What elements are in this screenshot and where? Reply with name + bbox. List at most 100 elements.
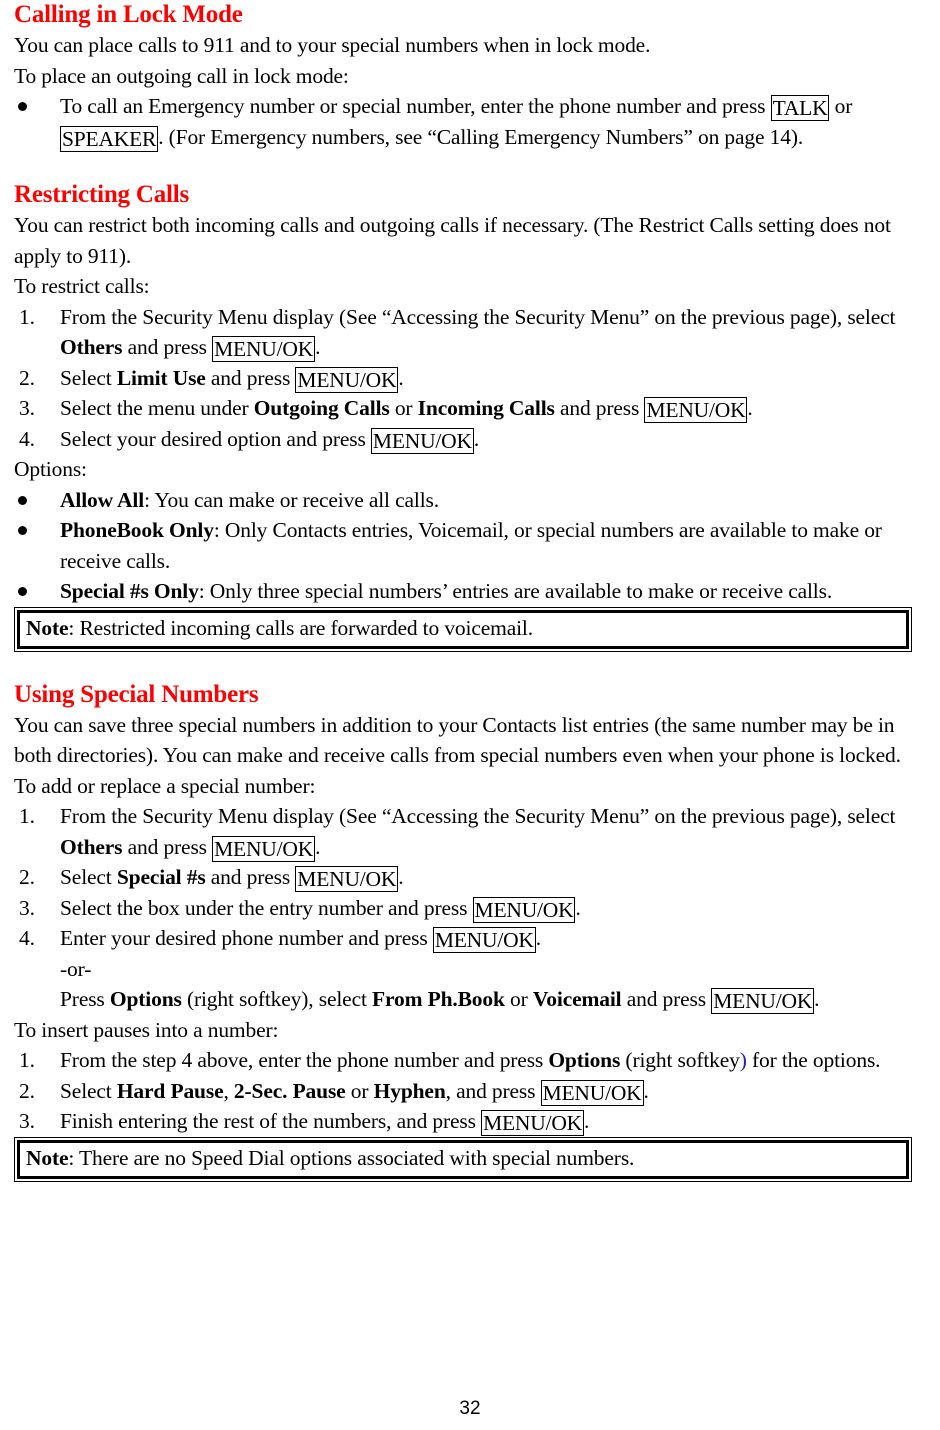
step-number: 4. bbox=[19, 426, 35, 451]
step-number: 3. bbox=[19, 895, 35, 920]
key-menu-ok[interactable]: MENU/OK bbox=[370, 427, 474, 454]
document-content: Calling in Lock Mode You can place calls… bbox=[14, 0, 912, 1182]
list-item: 4. Enter your desired phone number and p… bbox=[14, 923, 912, 954]
numbered-list-restrict-calls: 1. From the Security Menu display (See “… bbox=[14, 302, 912, 455]
note-box-inner: Note: Restricted incoming calls are forw… bbox=[17, 609, 909, 649]
paragraph-insert-pauses-intro: To insert pauses into a number: bbox=[14, 1017, 279, 1042]
option-term-allow-all: Allow All bbox=[60, 487, 145, 512]
key-menu-ok[interactable]: MENU/OK bbox=[295, 366, 399, 393]
step-text-part: Select the menu under bbox=[60, 396, 254, 420]
step-text-part: . bbox=[398, 865, 404, 889]
step-text-part: From the Security Menu display (See “Acc… bbox=[60, 304, 896, 329]
section-heading-calling-in-lock-mode: Calling in Lock Mode bbox=[14, 1, 243, 28]
note-box-speed-dial: Note: There are no Speed Dial options as… bbox=[14, 1136, 912, 1182]
or-text-part: . bbox=[814, 987, 820, 1011]
step-text-part: Select your desired option and press bbox=[60, 426, 371, 451]
step-number: 1. bbox=[19, 304, 35, 329]
bullet-text-part: . (For Emergency numbers, see “Calling E… bbox=[158, 124, 804, 149]
paragraph-special-numbers-howto: To add or replace a special number: bbox=[14, 773, 316, 798]
step-number: 2. bbox=[19, 865, 35, 889]
step-text-part: From the step 4 above, enter the phone n… bbox=[60, 1048, 549, 1072]
key-menu-ok[interactable]: MENU/OK bbox=[212, 336, 316, 362]
step-text-part: From the Security Menu display (See “Acc… bbox=[60, 804, 896, 828]
ui-term-special-numbers: Special #s bbox=[116, 865, 206, 889]
bullet-text-part: or bbox=[829, 94, 853, 118]
or-divider: -or- bbox=[60, 956, 92, 981]
bullet-dot-icon bbox=[18, 495, 27, 505]
step-text-part: Select bbox=[60, 865, 117, 889]
bullet-dot-icon bbox=[18, 526, 27, 535]
or-text-part: Press bbox=[60, 987, 110, 1011]
step-text-part: and press bbox=[205, 865, 296, 889]
step-text-part: . bbox=[575, 895, 581, 920]
note-text: Note: Restricted incoming calls are forw… bbox=[26, 614, 900, 643]
step-text-part: . bbox=[398, 365, 404, 390]
bullet-text-part: To call an Emergency number or special n… bbox=[60, 94, 771, 118]
paragraph-restrict-howto: To restrict calls: bbox=[14, 274, 150, 298]
or-text-part: (right softkey), select bbox=[181, 987, 373, 1011]
step-text-part: . bbox=[315, 335, 321, 359]
ui-term-limit-use: Limit Use bbox=[116, 365, 206, 390]
options-label: Options: bbox=[14, 457, 87, 481]
list-item: To call an Emergency number or special n… bbox=[14, 91, 912, 152]
ui-term-from-ph-book: From Ph.Book bbox=[372, 987, 505, 1011]
key-menu-ok[interactable]: MENU/OK bbox=[212, 835, 316, 862]
step-text-part: Select the box under the entry number an… bbox=[60, 895, 473, 920]
list-item: 1. From the step 4 above, enter the phon… bbox=[14, 1045, 912, 1076]
section-heading-restricting-calls: Restricting Calls bbox=[14, 181, 190, 208]
option-term-phonebook-only: PhoneBook Only bbox=[60, 518, 214, 542]
key-menu-ok[interactable]: MENU/OK bbox=[472, 896, 576, 923]
step-text-part: Finish entering the rest of the numbers,… bbox=[60, 1109, 482, 1133]
bullet-dot-icon bbox=[18, 102, 27, 111]
step-text-part: . bbox=[315, 834, 321, 859]
note-label: Note bbox=[26, 615, 69, 640]
step-text-part: Select bbox=[60, 365, 117, 390]
section-heading-using-special-numbers: Using Special Numbers bbox=[14, 680, 259, 708]
step-number: 2. bbox=[19, 1078, 35, 1103]
note-body: : There are no Speed Dial options associ… bbox=[68, 1145, 635, 1170]
step-text-part: and press bbox=[122, 335, 213, 359]
list-item: 3. Finish entering the rest of the numbe… bbox=[14, 1106, 912, 1137]
ui-term-hyphen: Hyphen bbox=[373, 1078, 446, 1103]
list-item: 4. Select your desired option and press … bbox=[14, 424, 912, 455]
paragraph-lock-mode-howto: To place an outgoing call in lock mode: bbox=[14, 63, 349, 88]
note-box-restricted-calls: Note: Restricted incoming calls are forw… bbox=[14, 606, 912, 652]
step-number: 3. bbox=[19, 396, 35, 420]
list-item: 2. Select Limit Use and press MENU/OK. bbox=[14, 363, 912, 394]
note-text: Note: There are no Speed Dial options as… bbox=[26, 1144, 900, 1173]
step-text-part: . bbox=[643, 1078, 649, 1103]
ui-term-outgoing-calls: Outgoing Calls bbox=[253, 396, 390, 420]
step-text-part: or bbox=[345, 1078, 374, 1103]
list-item: 2. Select Special #s and press MENU/OK. bbox=[14, 862, 912, 893]
list-item: Allow All: You can make or receive all c… bbox=[14, 485, 912, 516]
key-speaker[interactable]: SPEAKER bbox=[60, 125, 159, 152]
step-number: 3. bbox=[19, 1109, 35, 1133]
bullet-dot-icon bbox=[18, 587, 27, 596]
bullet-list-lock-mode: To call an Emergency number or special n… bbox=[14, 91, 912, 152]
step-text-part: (right softkey bbox=[620, 1048, 740, 1072]
numbered-list-add-special-number: 1. From the Security Menu display (See “… bbox=[14, 801, 912, 954]
list-item: 1. From the Security Menu display (See “… bbox=[14, 302, 912, 363]
step-text-part: . bbox=[535, 926, 541, 950]
key-menu-ok[interactable]: MENU/OK bbox=[481, 1110, 585, 1136]
step-text-part: , and press bbox=[445, 1078, 541, 1103]
or-alternative-line: Press Options (right softkey), select Fr… bbox=[14, 984, 912, 1015]
step-text-part: . bbox=[473, 426, 480, 451]
note-label: Note bbox=[26, 1145, 69, 1170]
list-item: 3. Select the menu under Outgoing Calls … bbox=[14, 393, 912, 424]
list-item: PhoneBook Only: Only Contacts entries, V… bbox=[14, 515, 912, 576]
step-text-part: or bbox=[389, 396, 418, 420]
key-menu-ok[interactable]: MENU/OK bbox=[540, 1079, 644, 1106]
key-menu-ok[interactable]: MENU/OK bbox=[711, 988, 815, 1014]
paragraph-special-numbers-intro: You can save three special numbers in ad… bbox=[14, 712, 901, 768]
step-text-part: and press bbox=[554, 396, 645, 420]
key-menu-ok[interactable]: MENU/OK bbox=[295, 866, 399, 892]
key-talk[interactable]: TALK bbox=[770, 95, 830, 121]
key-menu-ok[interactable]: MENU/OK bbox=[644, 397, 748, 423]
key-menu-ok[interactable]: MENU/OK bbox=[432, 927, 536, 953]
numbered-list-insert-pauses: 1. From the step 4 above, enter the phon… bbox=[14, 1045, 912, 1137]
step-text-part: . bbox=[747, 396, 753, 420]
page-number: 32 bbox=[459, 1398, 481, 1419]
